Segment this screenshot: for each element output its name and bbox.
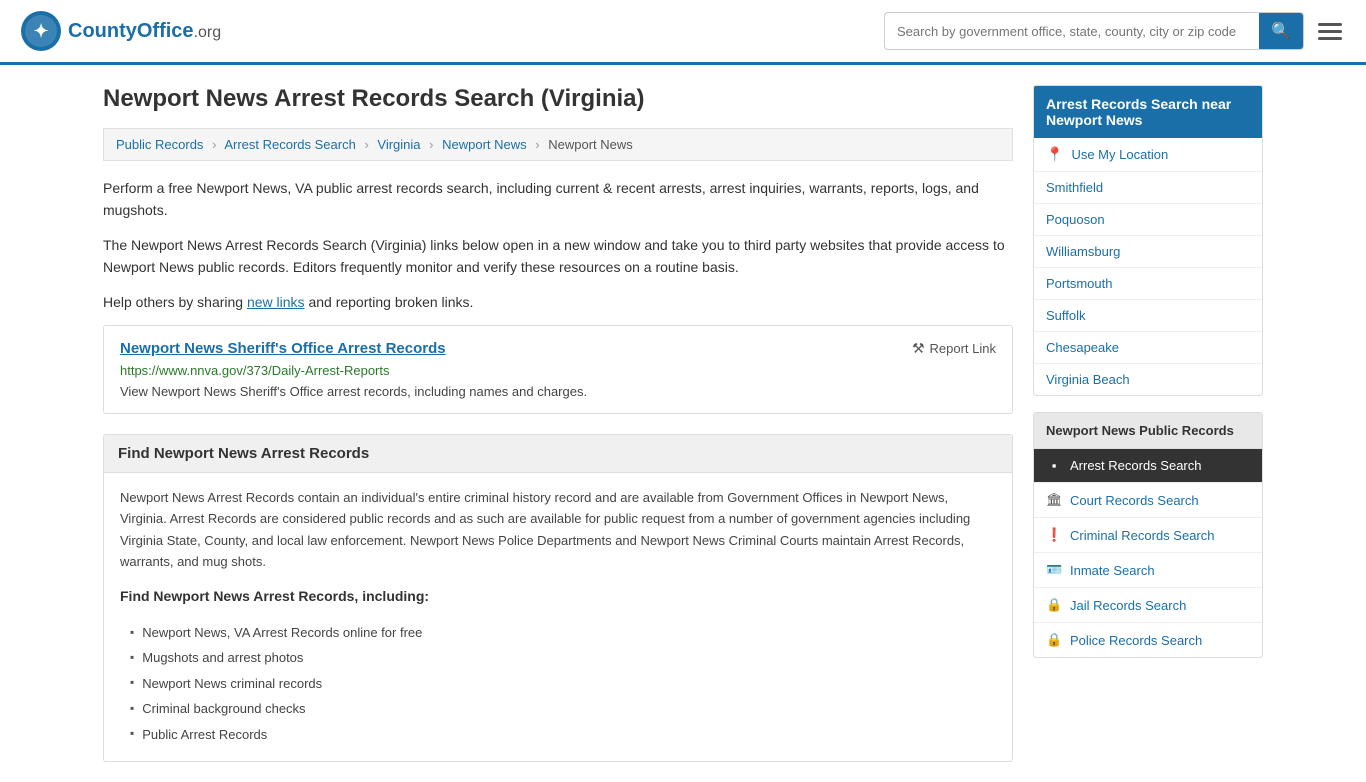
link-url[interactable]: https://www.nnva.gov/373/Daily-Arrest-Re… xyxy=(120,363,996,378)
link-description: View Newport News Sheriff's Office arres… xyxy=(120,384,996,399)
records-item-police[interactable]: 🔒 Police Records Search xyxy=(1034,623,1262,657)
link-card: Newport News Sheriff's Office Arrest Rec… xyxy=(103,325,1013,414)
intro-paragraph-3: Help others by sharing new links and rep… xyxy=(103,291,1013,313)
jail-icon: 🔒 xyxy=(1046,597,1062,613)
search-bar: 🔍 xyxy=(884,12,1304,50)
records-item-arrest[interactable]: ▪ Arrest Records Search xyxy=(1034,449,1262,483)
bullet-1: Newport News, VA Arrest Records online f… xyxy=(130,620,996,645)
sidebar-item-suffolk[interactable]: Suffolk xyxy=(1034,300,1262,332)
find-including-label: Find Newport News Arrest Records, includ… xyxy=(120,585,996,608)
content-area: Newport News Arrest Records Search (Virg… xyxy=(103,85,1013,762)
intro-paragraph-2: The Newport News Arrest Records Search (… xyxy=(103,234,1013,279)
sidebar-public-records: Newport News Public Records ▪ Arrest Rec… xyxy=(1033,412,1263,658)
bullet-4: Criminal background checks xyxy=(130,696,996,721)
menu-button[interactable] xyxy=(1314,19,1346,44)
find-section-text: Newport News Arrest Records contain an i… xyxy=(120,487,996,573)
records-item-criminal[interactable]: ❗ Criminal Records Search xyxy=(1034,518,1262,553)
sidebar-records-title: Newport News Public Records xyxy=(1034,413,1262,449)
wrench-icon: ⚒ xyxy=(912,340,925,357)
find-section: Find Newport News Arrest Records Newport… xyxy=(103,434,1013,762)
find-bullets: Newport News, VA Arrest Records online f… xyxy=(120,620,996,747)
sidebar-nearby-list: 📍 Use My Location Smithfield Poquoson Wi… xyxy=(1034,138,1262,395)
logo-text: CountyOffice.org xyxy=(68,20,221,43)
bullet-3: Newport News criminal records xyxy=(130,671,996,696)
breadcrumb-newport-news-1[interactable]: Newport News xyxy=(442,137,527,152)
location-pin-icon: 📍 xyxy=(1046,146,1063,163)
inmate-icon: 🪪 xyxy=(1046,562,1062,578)
sidebar: Arrest Records Search near Newport News … xyxy=(1033,85,1263,762)
sidebar-item-use-location[interactable]: 📍 Use My Location xyxy=(1034,138,1262,172)
police-icon: 🔒 xyxy=(1046,632,1062,648)
sidebar-item-chesapeake[interactable]: Chesapeake xyxy=(1034,332,1262,364)
search-button[interactable]: 🔍 xyxy=(1259,13,1303,49)
sidebar-item-poquoson[interactable]: Poquoson xyxy=(1034,204,1262,236)
use-location-link[interactable]: 📍 Use My Location xyxy=(1034,138,1262,171)
records-item-jail[interactable]: 🔒 Jail Records Search xyxy=(1034,588,1262,623)
breadcrumb: Public Records › Arrest Records Search ›… xyxy=(103,128,1013,161)
new-links-link[interactable]: new links xyxy=(247,294,305,310)
page-title: Newport News Arrest Records Search (Virg… xyxy=(103,85,1013,113)
bullet-2: Mugshots and arrest photos xyxy=(130,645,996,670)
intro-paragraph-1: Perform a free Newport News, VA public a… xyxy=(103,177,1013,222)
sidebar-item-smithfield[interactable]: Smithfield xyxy=(1034,172,1262,204)
sidebar-nearby-title: Arrest Records Search near Newport News xyxy=(1034,86,1262,138)
breadcrumb-virginia[interactable]: Virginia xyxy=(377,137,420,152)
link-card-title[interactable]: Newport News Sheriff's Office Arrest Rec… xyxy=(120,340,446,357)
logo[interactable]: ✦ CountyOffice.org xyxy=(20,10,221,52)
breadcrumb-current: Newport News xyxy=(548,137,633,152)
find-section-header: Find Newport News Arrest Records xyxy=(104,435,1012,473)
arrest-icon: ▪ xyxy=(1046,458,1062,473)
find-section-body: Newport News Arrest Records contain an i… xyxy=(104,473,1012,761)
header-right: 🔍 xyxy=(884,12,1346,50)
records-item-inmate[interactable]: 🪪 Inmate Search xyxy=(1034,553,1262,588)
link-card-header: Newport News Sheriff's Office Arrest Rec… xyxy=(120,340,996,357)
bullet-5: Public Arrest Records xyxy=(130,722,996,747)
sidebar-nearby: Arrest Records Search near Newport News … xyxy=(1033,85,1263,396)
breadcrumb-public-records[interactable]: Public Records xyxy=(116,137,203,152)
sidebar-item-virginia-beach[interactable]: Virginia Beach xyxy=(1034,364,1262,395)
court-icon: 🏛 xyxy=(1046,492,1062,508)
main-container: Newport News Arrest Records Search (Virg… xyxy=(83,65,1283,782)
svg-text:✦: ✦ xyxy=(33,21,48,41)
criminal-icon: ❗ xyxy=(1046,527,1062,543)
logo-icon: ✦ xyxy=(20,10,62,52)
search-input[interactable] xyxy=(885,16,1259,47)
site-header: ✦ CountyOffice.org 🔍 xyxy=(0,0,1366,65)
sidebar-item-portsmouth[interactable]: Portsmouth xyxy=(1034,268,1262,300)
breadcrumb-arrest-records[interactable]: Arrest Records Search xyxy=(224,137,356,152)
sidebar-item-williamsburg[interactable]: Williamsburg xyxy=(1034,236,1262,268)
report-link-button[interactable]: ⚒ Report Link xyxy=(912,340,996,357)
records-list: ▪ Arrest Records Search 🏛 Court Records … xyxy=(1034,449,1262,657)
records-item-court[interactable]: 🏛 Court Records Search xyxy=(1034,483,1262,518)
